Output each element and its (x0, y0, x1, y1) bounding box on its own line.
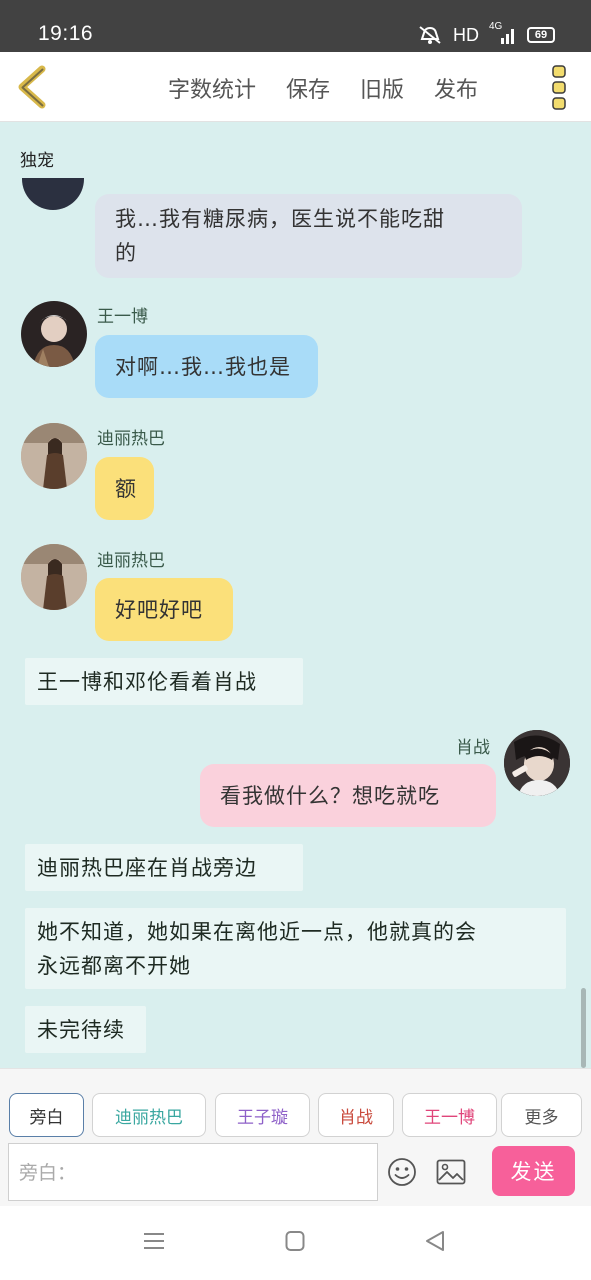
toolbar-actions: 字数统计 保存 旧版 发布 (168, 72, 478, 104)
narration-line: 她不知道，她如果在离他近一点，他就真的会 (37, 919, 477, 944)
battery-icon: 69 (527, 27, 555, 43)
send-button[interactable]: 发送 (492, 1146, 575, 1196)
avatar (21, 423, 87, 489)
role-chip-label: 更多 (524, 1107, 559, 1128)
narration-text: 未完待续 (25, 1006, 146, 1053)
sender-name: 迪丽热巴 (97, 429, 165, 449)
sender-name: 肖战 (456, 738, 490, 758)
status-bar: 19:16 HD 4G 69 (0, 0, 591, 52)
avatar (21, 544, 87, 610)
system-nav-bar (0, 1206, 591, 1280)
send-button-label: 发送 (510, 1160, 557, 1184)
narration-text: 迪丽热巴座在肖战旁边 (25, 844, 303, 891)
message-text: 对啊…我…我也是 (115, 354, 291, 379)
old-version-button[interactable]: 旧版 (360, 72, 404, 104)
scrollbar[interactable] (581, 988, 586, 1068)
role-chip-label: 迪丽热巴 (115, 1107, 183, 1128)
message-text: 看我做什么？想吃就吃 (220, 783, 440, 808)
role-chip-label: 旁白 (29, 1107, 64, 1128)
avatar (21, 301, 87, 367)
narration-text: 王一博和邓伦看着肖战 (25, 658, 303, 705)
status-icons: HD 4G 69 (417, 21, 555, 46)
narration-line: 永远都离不开她 (37, 953, 191, 978)
home-icon[interactable] (285, 1230, 305, 1252)
message-input[interactable]: 旁白： (8, 1143, 378, 1201)
message-input-placeholder: 旁白： (19, 1162, 77, 1184)
back-arrow-icon[interactable] (14, 64, 50, 110)
publish-button[interactable]: 发布 (434, 72, 478, 104)
emoji-icon[interactable] (387, 1157, 417, 1187)
role-chip-label: 王子璇 (237, 1107, 288, 1128)
message-text-line: 的 (115, 241, 137, 265)
more-menu-icon[interactable] (551, 64, 567, 110)
narration-line: 未完待续 (37, 1017, 125, 1042)
message-bubble: 额 (95, 457, 154, 520)
narration-line: 王一博和邓伦看着肖战 (37, 669, 257, 694)
network-type: HD (453, 24, 479, 45)
save-button[interactable]: 保存 (286, 72, 330, 104)
top-toolbar: 字数统计 保存 旧版 发布 (0, 52, 591, 122)
role-chip-wangyibo[interactable]: 王一博 (402, 1093, 497, 1137)
image-icon[interactable] (436, 1159, 466, 1185)
composer-panel: 旁白 迪丽热巴 王子璇 肖战 王一博 更多 旁白： 发送 (0, 1068, 591, 1206)
chat-title: 独宠 (20, 151, 54, 171)
message-text: 额 (115, 476, 137, 501)
narration-text: 她不知道，她如果在离他近一点，他就真的会 永远都离不开她 (25, 908, 566, 989)
narration-line: 迪丽热巴座在肖战旁边 (37, 855, 257, 880)
role-chip-xiaozhan[interactable]: 肖战 (318, 1093, 394, 1137)
word-count-button[interactable]: 字数统计 (168, 72, 256, 104)
back-icon[interactable] (424, 1230, 446, 1252)
signal-icon: 4G (489, 21, 517, 45)
status-time: 19:16 (38, 22, 94, 45)
sender-name: 王一博 (97, 307, 148, 327)
role-chip-dilireba[interactable]: 迪丽热巴 (92, 1093, 206, 1137)
message-bubble: 对啊…我…我也是 (95, 335, 318, 398)
role-chip-wangzixuan[interactable]: 王子璇 (215, 1093, 310, 1137)
mute-icon (419, 26, 441, 44)
avatar (504, 730, 570, 796)
role-chip-more[interactable]: 更多 (501, 1093, 582, 1137)
role-chip-label: 肖战 (339, 1107, 373, 1128)
role-chip-narrator[interactable]: 旁白 (9, 1093, 84, 1137)
message-bubble: 我…我有糖尿病，医生说不能吃甜 的 (95, 194, 522, 278)
menu-icon[interactable] (143, 1230, 165, 1252)
avatar (22, 178, 84, 210)
chat-area[interactable]: 独宠 我…我有糖尿病，医生说不能吃甜 的 王一博 对啊…我…我也是 迪丽热巴 额… (0, 122, 591, 1068)
sender-name: 迪丽热巴 (97, 551, 165, 571)
message-text-line: 我…我有糖尿病，医生说不能吃甜 (115, 207, 445, 231)
message-bubble: 看我做什么？想吃就吃 (200, 764, 496, 827)
role-chip-label: 王一博 (424, 1107, 475, 1128)
message-text: 好吧好吧 (115, 597, 203, 622)
message-bubble: 好吧好吧 (95, 578, 233, 641)
